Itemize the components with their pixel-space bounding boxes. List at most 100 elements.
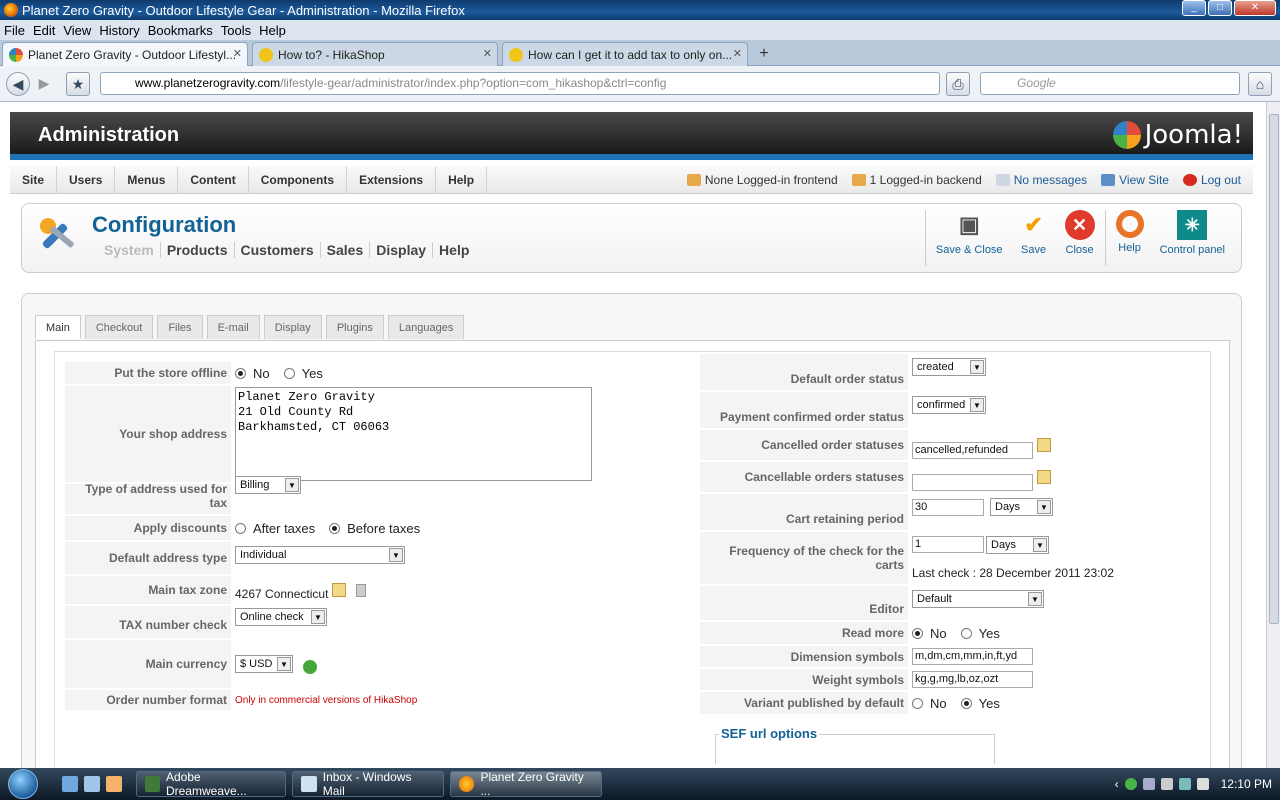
menu-help[interactable]: Help (255, 23, 290, 38)
switch-windows-icon[interactable] (84, 776, 100, 792)
forward-button[interactable]: ▶ (32, 72, 56, 96)
view-site-link[interactable]: View Site (1119, 173, 1169, 187)
variant-no-radio[interactable] (912, 697, 923, 709)
menu-tools[interactable]: Tools (217, 23, 255, 38)
minimize-button[interactable]: _ (1182, 0, 1206, 16)
tax-check-select[interactable]: Online check ▼ (235, 608, 327, 626)
edit-icon[interactable] (332, 583, 347, 597)
tray-expand-icon[interactable]: ‹ (1115, 777, 1119, 791)
payment-status-select[interactable]: confirmed ▼ (912, 396, 986, 414)
edit-icon[interactable] (1037, 470, 1051, 484)
tab-languages[interactable]: Languages (387, 315, 465, 339)
back-button[interactable]: ◀ (6, 72, 30, 96)
subnav-system[interactable]: System (98, 242, 161, 258)
messages-link[interactable]: No messages (1014, 173, 1087, 187)
nav-help[interactable]: Help (436, 165, 488, 194)
offline-no-radio[interactable] (235, 367, 246, 379)
logout-link[interactable]: Log out (1201, 173, 1241, 187)
chevron-down-icon: ▼ (970, 360, 984, 374)
dimension-input[interactable]: m,dm,cm,mm,in,ft,yd (912, 648, 1033, 665)
weight-input[interactable]: kg,g,mg,lb,oz,ozt (912, 671, 1033, 688)
tab-files[interactable]: Files (157, 315, 203, 339)
default-status-select[interactable]: created ▼ (912, 358, 986, 376)
close-tab-icon[interactable]: ✕ (483, 47, 492, 60)
print-button[interactable]: ⎙ (946, 72, 970, 96)
nav-site[interactable]: Site (10, 165, 58, 194)
nav-components[interactable]: Components (249, 165, 348, 194)
menu-file[interactable]: File (0, 23, 29, 38)
close-tab-icon[interactable]: ✕ (733, 47, 742, 60)
maximize-button[interactable]: □ (1208, 0, 1232, 16)
shop-address-textarea[interactable] (235, 387, 592, 481)
usb-icon[interactable] (1160, 778, 1173, 790)
show-desktop-icon[interactable] (62, 776, 78, 792)
media-player-icon[interactable] (106, 776, 122, 792)
default-addr-select[interactable]: Individual ▼ (235, 546, 405, 564)
scrollbar-thumb[interactable] (1269, 114, 1279, 624)
addr-type-value: Billing (240, 479, 270, 491)
tab-checkout[interactable]: Checkout (84, 315, 154, 339)
subnav-products[interactable]: Products (161, 242, 235, 258)
tab-email[interactable]: E-mail (206, 315, 260, 339)
offline-yes-radio[interactable] (283, 367, 295, 379)
nav-users[interactable]: Users (57, 165, 116, 194)
browser-tab-admin[interactable]: Planet Zero Gravity - Outdoor Lifestyl..… (2, 42, 248, 66)
subnav-customers[interactable]: Customers (235, 242, 321, 258)
trash-icon[interactable] (356, 583, 367, 597)
readmore-yes-radio[interactable] (960, 627, 972, 639)
browser-tab-forum[interactable]: How can I get it to add tax to only on..… (502, 42, 748, 66)
freq-input[interactable]: 1 (912, 536, 984, 553)
subnav-sales[interactable]: Sales (321, 242, 371, 258)
close-button[interactable]: ✕ Close (1064, 210, 1095, 256)
cancelled-input[interactable]: cancelled,refunded (912, 441, 1033, 459)
save-button[interactable]: ✔ Save (1019, 210, 1049, 256)
close-tab-icon[interactable]: ✕ (233, 47, 242, 60)
clock[interactable]: 12:10 PM (1221, 777, 1272, 791)
help-button[interactable]: Help (1115, 210, 1144, 254)
before-taxes-radio[interactable] (329, 522, 341, 534)
control-panel-button[interactable]: ✳ Control panel (1160, 210, 1225, 256)
browser-tab-hikashop[interactable]: How to? - HikaShop ✕ (252, 42, 498, 66)
task-dreamweaver[interactable]: Adobe Dreamweave... (136, 770, 286, 798)
volume-icon[interactable] (1196, 778, 1209, 790)
search-input[interactable]: Google (980, 72, 1240, 95)
subnav-help[interactable]: Help (433, 242, 475, 258)
editor-select[interactable]: Default ▼ (912, 590, 1044, 608)
new-tab-button[interactable]: + (752, 44, 776, 64)
info-icon[interactable] (1124, 778, 1137, 790)
bookmark-button[interactable]: ★ (66, 72, 90, 96)
close-window-button[interactable]: ✕ (1234, 0, 1276, 16)
refresh-icon[interactable] (303, 660, 317, 674)
task-windows-mail[interactable]: Inbox - Windows Mail (292, 770, 444, 798)
menu-view[interactable]: View (59, 23, 95, 38)
save-close-button[interactable]: ▣ Save & Close (936, 210, 1003, 256)
page-scrollbar[interactable] (1266, 102, 1280, 768)
cart-period-unit-select[interactable]: Days ▼ (990, 498, 1053, 516)
menu-edit[interactable]: Edit (29, 23, 59, 38)
start-button[interactable] (0, 768, 46, 800)
tab-plugins[interactable]: Plugins (325, 315, 384, 339)
variant-yes-radio[interactable] (960, 697, 972, 709)
nav-extensions[interactable]: Extensions (347, 165, 437, 194)
tab-main[interactable]: Main (35, 315, 81, 339)
cart-period-input[interactable]: 30 (912, 498, 984, 516)
menu-bookmarks[interactable]: Bookmarks (144, 23, 217, 38)
readmore-no-radio[interactable] (912, 627, 923, 639)
tax-check-label: TAX number check (65, 606, 231, 638)
home-button[interactable]: ⌂ (1248, 72, 1272, 96)
tab-display[interactable]: Display (263, 315, 322, 339)
cancellable-input[interactable] (912, 473, 1033, 491)
edit-icon[interactable] (1037, 438, 1051, 452)
menu-history[interactable]: History (95, 23, 143, 38)
freq-unit-select[interactable]: Days ▼ (986, 536, 1049, 554)
network-icon[interactable] (1178, 778, 1191, 790)
after-taxes-radio[interactable] (235, 522, 246, 534)
nav-menus[interactable]: Menus (115, 165, 179, 194)
addr-type-select[interactable]: Billing ▼ (235, 476, 301, 494)
tray-app-icon[interactable] (1142, 778, 1155, 790)
subnav-display[interactable]: Display (370, 242, 434, 258)
currency-select[interactable]: $ USD ▼ (235, 655, 293, 673)
task-firefox[interactable]: Planet Zero Gravity ... (450, 770, 602, 798)
url-bar[interactable]: www.planetzerogravity.com/lifestyle-gear… (100, 72, 940, 95)
nav-content[interactable]: Content (178, 165, 249, 194)
